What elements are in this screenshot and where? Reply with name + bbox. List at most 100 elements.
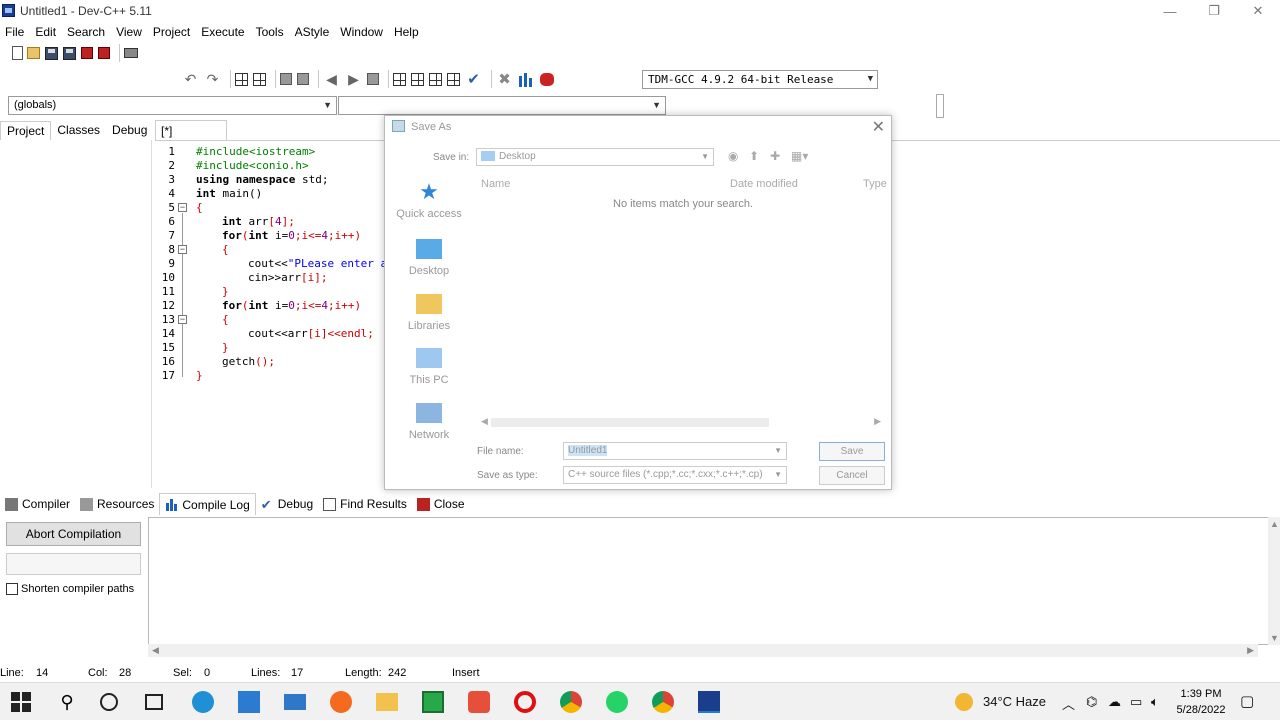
- firefox-icon[interactable]: [330, 691, 352, 713]
- menu-astyle[interactable]: AStyle: [290, 25, 336, 39]
- view-menu-icon[interactable]: ▦▾: [791, 149, 808, 163]
- file-name-input[interactable]: Untitled1 ▼: [563, 442, 787, 460]
- fold-toggle-icon[interactable]: −: [178, 203, 187, 212]
- tab-debug-output[interactable]: ✔ Debug: [256, 493, 318, 515]
- weather-icon[interactable]: [955, 693, 973, 711]
- find-icon[interactable]: [235, 72, 248, 86]
- file-explorer-icon[interactable]: [376, 693, 398, 711]
- tab-compiler[interactable]: Compiler: [0, 493, 75, 515]
- menu-window[interactable]: Window: [335, 25, 389, 39]
- dialog-close-icon[interactable]: ✕: [872, 117, 885, 137]
- minimize-button[interactable]: —: [1148, 0, 1192, 22]
- undo-icon[interactable]: ↶: [182, 71, 199, 88]
- abort-compilation-button[interactable]: Abort Compilation: [6, 522, 141, 546]
- compile-run-icon[interactable]: [429, 72, 442, 86]
- new-file-icon[interactable]: [12, 46, 23, 60]
- tab-compile-log[interactable]: Compile Log: [159, 493, 256, 515]
- clock-time[interactable]: 1:39 PM: [1177, 688, 1225, 700]
- cancel-button[interactable]: Cancel: [819, 466, 885, 485]
- tab-debug[interactable]: Debug: [106, 121, 153, 141]
- save-button[interactable]: Save: [819, 442, 885, 461]
- goto-line-icon[interactable]: [367, 73, 379, 85]
- close-file-icon[interactable]: [81, 47, 93, 59]
- replace-icon[interactable]: [253, 72, 266, 86]
- column-type[interactable]: Type: [863, 178, 887, 190]
- save-icon[interactable]: [45, 46, 58, 60]
- windows-start-icon[interactable]: [11, 692, 31, 712]
- task-view-icon[interactable]: [145, 694, 163, 710]
- redo-icon[interactable]: ↷: [204, 71, 221, 88]
- indent-icon[interactable]: [280, 73, 292, 85]
- save-in-select[interactable]: Desktop ▼: [476, 148, 714, 166]
- compile-log-output[interactable]: [148, 517, 1272, 645]
- menu-execute[interactable]: Execute: [196, 25, 250, 39]
- menu-project[interactable]: Project: [148, 25, 196, 39]
- tab-close[interactable]: Close: [412, 493, 470, 515]
- battery-icon[interactable]: ▭: [1130, 694, 1142, 710]
- store-icon[interactable]: [238, 691, 260, 713]
- edge-icon[interactable]: [192, 691, 214, 713]
- splitter-handle[interactable]: [936, 94, 944, 118]
- scroll-thumb[interactable]: [491, 418, 769, 427]
- whatsapp-icon[interactable]: [606, 691, 628, 713]
- print-icon[interactable]: [124, 48, 138, 58]
- scroll-up-icon[interactable]: ▲: [1270, 519, 1279, 529]
- scope-select[interactable]: (globals) ▼: [8, 96, 337, 115]
- compile-icon[interactable]: [393, 72, 406, 86]
- camtasia-rec-icon[interactable]: [468, 691, 490, 713]
- rebuild-all-icon[interactable]: [447, 72, 460, 86]
- notification-icon[interactable]: ▢: [1240, 692, 1254, 710]
- log-horizontal-scrollbar[interactable]: ◀ ▶: [148, 644, 1258, 657]
- scroll-down-icon[interactable]: ▼: [1270, 633, 1279, 643]
- file-list-hscroll[interactable]: ◀ ▶: [477, 416, 885, 429]
- shorten-paths-option[interactable]: Shorten compiler paths: [6, 583, 134, 595]
- save-all-icon[interactable]: [63, 46, 76, 60]
- back-icon[interactable]: ◉: [728, 149, 738, 163]
- mail-icon[interactable]: [284, 694, 306, 710]
- chrome-alt-icon[interactable]: [652, 691, 674, 713]
- menu-tools[interactable]: Tools: [251, 25, 290, 39]
- place-libraries[interactable]: Libraries: [385, 294, 473, 332]
- tab-resources[interactable]: Resources: [75, 493, 159, 515]
- up-folder-icon[interactable]: ⬆: [749, 149, 759, 163]
- opera-icon[interactable]: [514, 691, 536, 713]
- stop-execution-icon[interactable]: ✖: [496, 71, 513, 88]
- scroll-left-icon[interactable]: ◀: [481, 416, 488, 427]
- cortana-icon[interactable]: [100, 693, 118, 711]
- menu-help[interactable]: Help: [389, 25, 425, 39]
- clock-date[interactable]: 5/28/2022: [1173, 704, 1229, 716]
- volume-icon[interactable]: 🔈︎: [1151, 694, 1159, 710]
- network-status-icon[interactable]: ⌬: [1086, 694, 1097, 710]
- menu-view[interactable]: View: [111, 25, 148, 39]
- syntax-check-icon[interactable]: ✔: [465, 71, 482, 88]
- fold-toggle-icon[interactable]: −: [178, 315, 187, 324]
- menu-search[interactable]: Search: [62, 25, 111, 39]
- bookmark-next-icon[interactable]: ▶: [345, 71, 362, 88]
- place-network[interactable]: Network: [385, 403, 473, 441]
- bookmark-prev-icon[interactable]: ◀: [323, 71, 340, 88]
- devcpp-icon[interactable]: [698, 691, 720, 713]
- tab-find-results[interactable]: Find Results: [318, 493, 412, 515]
- menu-file[interactable]: File: [0, 25, 30, 39]
- save-as-type-select[interactable]: C++ source files (*.cpp;*.cc;*.cxx;*.c++…: [563, 466, 787, 484]
- close-window-button[interactable]: ✕: [1236, 0, 1280, 22]
- weather-text[interactable]: 34°C Haze: [983, 694, 1046, 709]
- run-icon[interactable]: [411, 72, 424, 86]
- scroll-right-icon[interactable]: ▶: [874, 416, 881, 427]
- column-name[interactable]: Name: [481, 178, 510, 190]
- profile-icon[interactable]: [518, 70, 535, 88]
- unindent-icon[interactable]: [297, 73, 309, 85]
- editor-tab-untitled1[interactable]: [*] Untitled1: [155, 120, 227, 152]
- place-desktop[interactable]: Desktop: [385, 239, 473, 277]
- onedrive-icon[interactable]: ☁: [1108, 694, 1121, 710]
- place-quick-access[interactable]: ★ Quick access: [385, 181, 473, 221]
- search-icon[interactable]: ⚲: [56, 691, 78, 713]
- menu-edit[interactable]: Edit: [30, 25, 62, 39]
- debug-icon[interactable]: [540, 72, 554, 86]
- fold-toggle-icon[interactable]: −: [178, 245, 187, 254]
- chrome-icon[interactable]: [560, 691, 582, 713]
- tab-classes[interactable]: Classes: [51, 121, 106, 141]
- new-folder-icon[interactable]: ✚: [770, 149, 780, 163]
- scroll-left-icon[interactable]: ◀: [152, 645, 159, 656]
- tab-project[interactable]: Project: [0, 121, 52, 141]
